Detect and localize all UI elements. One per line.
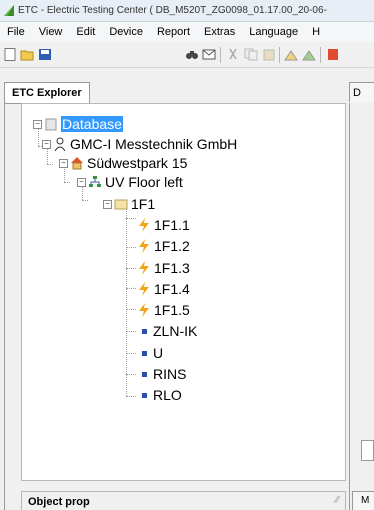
lightning-icon [137, 218, 151, 232]
tree-node-subcircuit[interactable]: 1F1.5 [137, 301, 190, 319]
tree-node-subcircuit[interactable]: 1F1.4 [137, 280, 190, 298]
lightning-icon [137, 261, 151, 275]
tree-node-measurement[interactable]: U [140, 344, 163, 362]
tree-line [126, 288, 136, 289]
window-title: ETC - Electric Testing Center ( DB_M520T… [18, 5, 327, 16]
tab-etc-explorer[interactable]: ETC Explorer [4, 82, 90, 103]
object-properties-label: Object prop [28, 496, 90, 508]
menu-bar: File View Edit Device Report Extras Lang… [0, 22, 374, 42]
menu-device[interactable]: Device [102, 26, 150, 38]
collapse-toggle[interactable]: − [59, 158, 68, 168]
measurement-bullet-icon [140, 367, 150, 381]
tree-node-measurement[interactable]: RLO [140, 386, 182, 404]
tree-label-measurement: ZLN-IK [153, 323, 198, 339]
tree-label-measurement: U [153, 345, 164, 361]
tree-node-circuit[interactable]: − 1F1 [103, 195, 155, 213]
collapse-toggle[interactable]: − [33, 119, 42, 129]
tree-line [126, 374, 136, 375]
right-panel-field[interactable] [361, 440, 374, 461]
tree-node-measurement[interactable]: RINS [140, 365, 186, 383]
tree-line [126, 208, 127, 396]
toolbar-separator [279, 47, 280, 63]
menu-edit[interactable]: Edit [69, 26, 102, 38]
copy-icon[interactable] [244, 48, 258, 61]
house-icon [70, 156, 84, 170]
toolbar [0, 43, 374, 68]
panel-grip-icon[interactable]: ⁄⁄ [336, 495, 339, 506]
circuit-box-icon [114, 197, 128, 211]
right-panel-tab[interactable]: M [352, 491, 374, 510]
new-document-icon[interactable] [3, 48, 17, 61]
delete-icon[interactable] [326, 48, 340, 61]
tree-node-company[interactable]: − GMC-I Messtechnik GmbH [42, 135, 237, 153]
tree-line [47, 164, 53, 165]
tree-label-subcircuit: 1F1.2 [154, 238, 190, 254]
tree-label-measurement: RLO [153, 387, 182, 403]
open-folder-icon[interactable] [20, 48, 34, 61]
tree-label-subcircuit: 1F1.1 [154, 217, 190, 233]
measurement-bullet-icon [140, 388, 150, 402]
lightning-icon [137, 239, 151, 253]
lightning-icon [137, 303, 151, 317]
object-properties-panel: Object prop ⁄⁄ [21, 491, 346, 510]
tab-right-panel[interactable]: D [349, 82, 374, 102]
tree-node-measurement[interactable]: ZLN-IK [140, 322, 197, 340]
tree-up-icon[interactable] [284, 48, 298, 61]
tree-node-subcircuit[interactable]: 1F1.2 [137, 237, 190, 255]
tree-line [126, 309, 136, 310]
menu-report[interactable]: Report [150, 26, 197, 38]
menu-view[interactable]: View [32, 26, 70, 38]
distributor-icon [88, 175, 102, 189]
title-bar: ETC - Electric Testing Center ( DB_M520T… [0, 0, 374, 22]
tree-node-distributor[interactable]: − UV Floor left [77, 173, 183, 191]
tree-node-subcircuit[interactable]: 1F1.1 [137, 216, 190, 234]
tree-label-measurement: RINS [153, 366, 187, 382]
toolbar-separator [220, 47, 221, 63]
tree-node-site[interactable]: − Südwestpark 15 [59, 154, 187, 172]
database-icon [44, 117, 58, 131]
tree-label-circuit: 1F1 [131, 196, 156, 212]
tree-label-subcircuit: 1F1.4 [154, 281, 190, 297]
measurement-bullet-icon [140, 346, 150, 360]
tree-line [64, 182, 70, 183]
explorer-frame [4, 103, 21, 104]
tree-line [126, 396, 136, 397]
menu-file[interactable]: File [0, 26, 32, 38]
tree-label-subcircuit: 1F1.5 [154, 302, 190, 318]
tree-node-database[interactable]: − Database [33, 115, 123, 133]
tree-label-site: Südwestpark 15 [87, 155, 188, 171]
menu-language[interactable]: Language [242, 26, 305, 38]
person-icon [53, 137, 67, 152]
tree-node-subcircuit[interactable]: 1F1.3 [137, 259, 190, 277]
paste-icon[interactable] [262, 48, 276, 61]
tree-line [126, 331, 136, 332]
tree-label-subcircuit: 1F1.3 [154, 260, 190, 276]
tree-line [82, 200, 88, 201]
tree-line [126, 268, 136, 269]
tree-line [126, 218, 136, 219]
binoculars-icon[interactable] [185, 48, 199, 61]
tree-down-icon[interactable] [302, 48, 316, 61]
cut-icon[interactable] [226, 48, 240, 61]
save-icon[interactable] [38, 48, 52, 61]
mail-icon[interactable] [202, 48, 216, 61]
tree-label-distributor: UV Floor left [105, 174, 183, 190]
lightning-icon [137, 282, 151, 296]
explorer-frame [4, 103, 5, 510]
menu-help[interactable]: H [305, 26, 327, 38]
collapse-toggle[interactable]: − [42, 139, 51, 149]
etc-app-icon [4, 5, 14, 16]
collapse-toggle[interactable]: − [103, 199, 112, 209]
tree-line [126, 353, 136, 354]
tree-label-database: Database [61, 116, 123, 132]
tree-line [126, 247, 136, 248]
menu-extras[interactable]: Extras [197, 26, 242, 38]
collapse-toggle[interactable]: − [77, 177, 86, 187]
measurement-bullet-icon [140, 324, 150, 338]
tree-label-company: GMC-I Messtechnik GmbH [70, 136, 238, 152]
toolbar-separator [320, 47, 321, 63]
